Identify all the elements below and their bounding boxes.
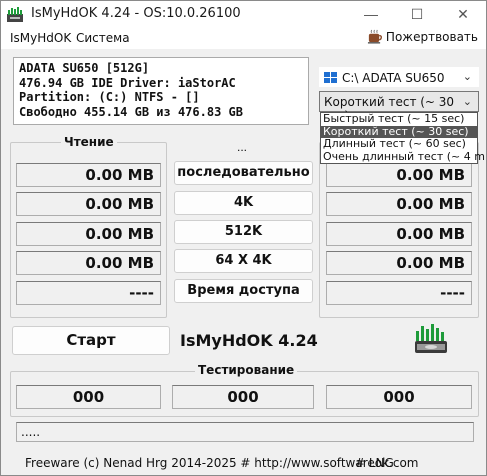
window-title: IsMyHdOK 4.24 - OS:10.0.26100 bbox=[31, 6, 241, 21]
read-access-time-value: ---- bbox=[16, 281, 161, 305]
drive-info-panel: ADATA SU650 [512G] 476.94 GB IDE Driver:… bbox=[13, 57, 309, 125]
drive-select-value: C:\ ADATA SU650 bbox=[342, 71, 445, 85]
4k-button[interactable]: 4K bbox=[174, 191, 313, 215]
read-512k-value: 0.00 MB bbox=[16, 222, 161, 246]
middle-header: ... bbox=[237, 140, 248, 154]
write-4k-value: 0.00 MB bbox=[326, 192, 472, 216]
drive-partition: Partition: (C:) NTFS - [] bbox=[19, 90, 200, 104]
read-64x4k-value: 0.00 MB bbox=[16, 251, 161, 275]
title-bar: IsMyHdOK 4.24 - OS:10.0.26100 — ☐ ✕ bbox=[1, 1, 486, 27]
close-button[interactable]: ✕ bbox=[440, 1, 486, 27]
access-time-button[interactable]: Время доступа bbox=[174, 279, 313, 303]
donate-label: Пожертвовать bbox=[385, 30, 478, 44]
app-window: IsMyHdOK 4.24 - OS:10.0.26100 — ☐ ✕ IsMy… bbox=[0, 0, 487, 476]
testing-group-label: Тестирование bbox=[195, 363, 298, 377]
disk-benchmark-logo-icon bbox=[415, 324, 447, 353]
write-64x4k-value: 0.00 MB bbox=[326, 251, 472, 275]
testing-result-1: 000 bbox=[16, 385, 161, 409]
chevron-down-icon: ⌄ bbox=[462, 70, 472, 83]
maximize-button[interactable]: ☐ bbox=[394, 1, 440, 27]
write-sequential-value: 0.00 MB bbox=[326, 163, 472, 187]
test-type-dropdown: Быстрый тест (~ 15 sec) Короткий тест (~… bbox=[320, 112, 486, 164]
start-button[interactable]: Старт bbox=[12, 326, 170, 355]
footer-language-link[interactable]: # LNG bbox=[355, 456, 394, 470]
512k-button[interactable]: 512K bbox=[174, 220, 313, 244]
test-option-very-long[interactable]: Очень длинный тест (~ 4 min) bbox=[321, 150, 486, 164]
test-type-select[interactable]: Короткий тест (~ 30 sec) ⌄ bbox=[319, 91, 479, 123]
status-bar: ..... bbox=[16, 422, 474, 442]
test-option-long[interactable]: Длинный тест (~ 60 sec) bbox=[321, 137, 477, 151]
testing-result-2: 000 bbox=[172, 385, 314, 409]
chevron-down-icon: ⌄ bbox=[462, 95, 472, 108]
drive-icon bbox=[324, 72, 337, 83]
menu-ismyhdok[interactable]: IsMyHdOK bbox=[10, 31, 71, 45]
sequential-button[interactable]: последовательно bbox=[174, 161, 313, 185]
64x4k-button[interactable]: 64 X 4K bbox=[174, 249, 313, 273]
menu-system[interactable]: Система bbox=[76, 31, 130, 45]
minimize-button[interactable]: — bbox=[348, 1, 394, 27]
testing-result-3: 000 bbox=[326, 385, 472, 409]
coffee-cup-icon bbox=[367, 29, 382, 44]
app-logo-icon bbox=[7, 7, 23, 22]
drive-free-space: Свободно 455.14 GB из 476.83 GB bbox=[19, 104, 243, 119]
footer: Freeware (c) Nenad Hrg 2014-2025 # http:… bbox=[1, 453, 486, 473]
drive-model: ADATA SU650 [512G] bbox=[19, 61, 150, 75]
drive-size-driver: 476.94 GB IDE Driver: iaStorAC bbox=[19, 75, 236, 90]
donate-button[interactable]: Пожертвовать bbox=[367, 29, 478, 44]
write-512k-value: 0.00 MB bbox=[326, 222, 472, 246]
read-4k-value: 0.00 MB bbox=[16, 192, 161, 216]
app-name-label: IsMyHdOK 4.24 bbox=[180, 331, 318, 350]
write-access-time-value: ---- bbox=[326, 281, 472, 305]
menu-bar: IsMyHdOK Система Пожертвовать bbox=[1, 27, 486, 49]
test-option-fast[interactable]: Быстрый тест (~ 15 sec) bbox=[321, 112, 477, 126]
read-sequential-value: 0.00 MB bbox=[16, 163, 161, 187]
read-group-label: Чтение bbox=[61, 135, 117, 149]
drive-select[interactable]: C:\ ADATA SU650 ⌄ bbox=[319, 67, 479, 87]
